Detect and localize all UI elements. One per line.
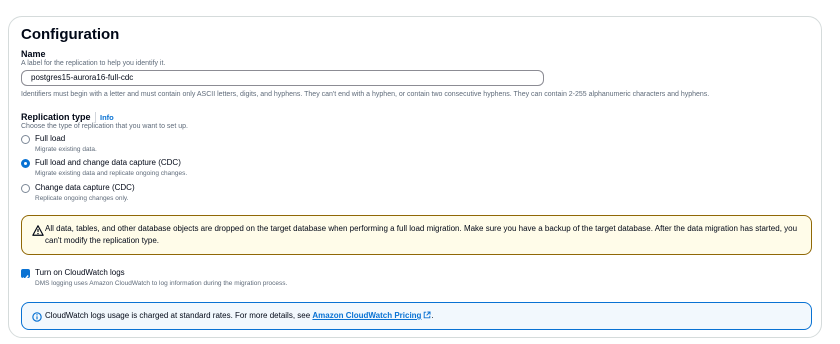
- warning-alert: All data, tables, and other database obj…: [21, 215, 812, 255]
- warning-icon: [32, 225, 44, 236]
- radio-cdc[interactable]: [21, 184, 30, 193]
- cloudwatch-logs-description: DMS logging uses Amazon CloudWatch to lo…: [35, 280, 288, 287]
- radio-full-load-cdc-description: Migrate existing data and replicate ongo…: [35, 170, 188, 177]
- name-label: Name: [21, 49, 46, 59]
- cloudwatch-pricing-link-text[interactable]: Amazon CloudWatch Pricing: [312, 311, 421, 320]
- info-alert: CloudWatch logs usage is charged at stan…: [21, 302, 812, 330]
- radio-full-load[interactable]: [21, 135, 30, 144]
- radio-full-load-description: Migrate existing data.: [35, 146, 97, 153]
- replication-type-label: Replication type: [21, 112, 91, 122]
- name-description: A label for the replication to help you …: [21, 60, 166, 67]
- cloudwatch-pricing-link[interactable]: Amazon CloudWatch Pricing: [312, 311, 431, 320]
- radio-cdc-label[interactable]: Change data capture (CDC): [35, 183, 135, 192]
- radio-full-load-cdc[interactable]: [21, 159, 30, 168]
- info-alert-text-before: CloudWatch logs usage is charged at stan…: [45, 311, 313, 320]
- name-input[interactable]: postgres15-aurora16-full-cdc: [21, 70, 544, 86]
- cloudwatch-logs-checkbox[interactable]: [21, 269, 30, 281]
- replication-type-description: Choose the type of replication that you …: [21, 123, 188, 130]
- name-constraint-text: Identifiers must begin with a letter and…: [21, 91, 710, 98]
- info-alert-text-after: .: [431, 311, 434, 320]
- configuration-panel: Configuration Name A label for the repli…: [8, 16, 822, 338]
- info-icon: [32, 312, 42, 322]
- warning-text: All data, tables, and other database obj…: [45, 224, 798, 245]
- checkmark-icon: [22, 275, 29, 281]
- radio-full-load-cdc-label[interactable]: Full load and change data capture (CDC): [35, 158, 181, 167]
- radio-cdc-description: Replicate ongoing changes only.: [35, 195, 129, 202]
- section-title: Configuration: [21, 26, 120, 43]
- cloudwatch-logs-label[interactable]: Turn on CloudWatch logs: [35, 268, 125, 277]
- info-separator: [95, 112, 96, 123]
- info-alert-text: CloudWatch logs usage is charged at stan…: [45, 311, 434, 320]
- radio-full-load-label[interactable]: Full load: [35, 134, 65, 143]
- info-link[interactable]: Info: [100, 113, 114, 122]
